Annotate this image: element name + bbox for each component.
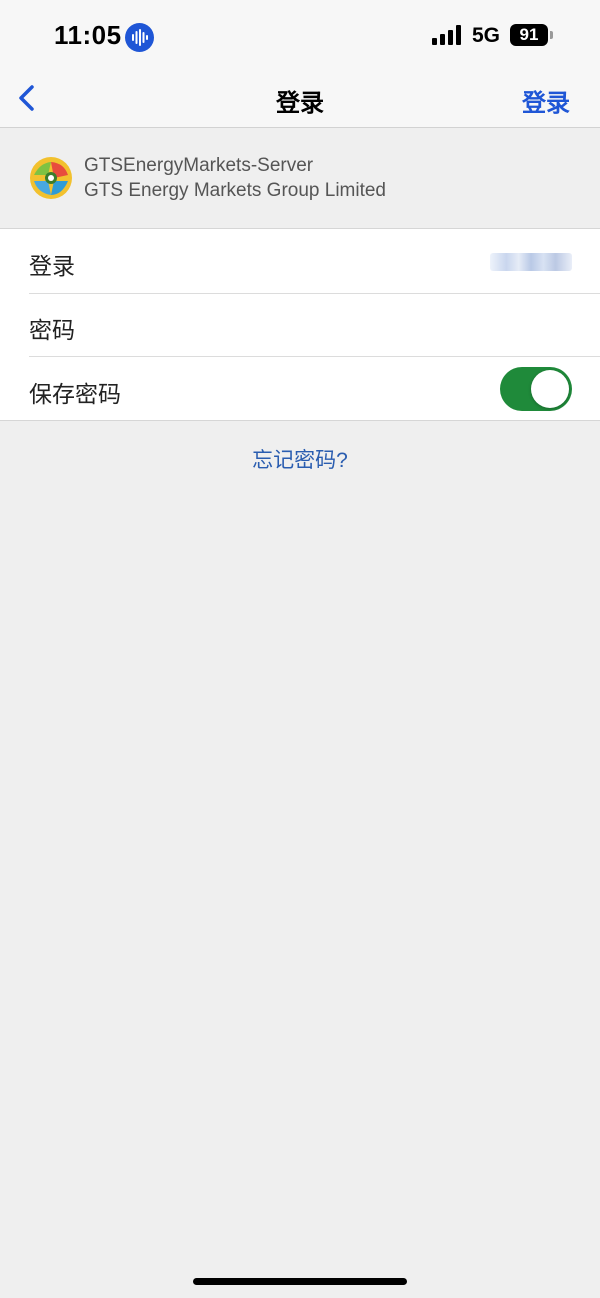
login-label: 登录 <box>29 253 75 279</box>
battery-tip <box>550 31 553 39</box>
server-info: GTSEnergyMarkets-Server GTS Energy Marke… <box>0 128 600 228</box>
server-company: GTS Energy Markets Group Limited <box>84 180 386 201</box>
page-title: 登录 <box>276 90 324 117</box>
metatrader-logo-icon <box>30 157 72 199</box>
login-row[interactable]: 登录 <box>0 229 600 292</box>
home-indicator[interactable] <box>193 1278 407 1285</box>
save-password-toggle[interactable] <box>500 367 572 411</box>
login-submit-button[interactable]: 登录 <box>522 83 570 118</box>
server-name: GTSEnergyMarkets-Server <box>84 155 314 176</box>
nav-bar: 登录 登录 <box>0 72 600 128</box>
status-bar: 11:05 5G 91 <box>0 0 600 72</box>
password-row[interactable]: 密码 <box>0 293 600 356</box>
save-password-row: 保存密码 <box>0 357 600 420</box>
cellular-signal-icon <box>432 25 461 45</box>
login-field[interactable] <box>490 253 572 271</box>
forgot-password-link[interactable]: 忘记密码? <box>0 444 600 474</box>
save-password-label: 保存密码 <box>29 381 121 407</box>
voice-waveform-icon <box>125 23 154 52</box>
toggle-knob <box>531 370 569 408</box>
status-time: 11:05 <box>54 20 122 50</box>
password-label: 密码 <box>29 317 75 343</box>
battery-indicator: 91 <box>510 24 548 46</box>
login-form: 登录 密码 保存密码 <box>0 228 600 421</box>
network-type: 5G <box>472 24 501 47</box>
